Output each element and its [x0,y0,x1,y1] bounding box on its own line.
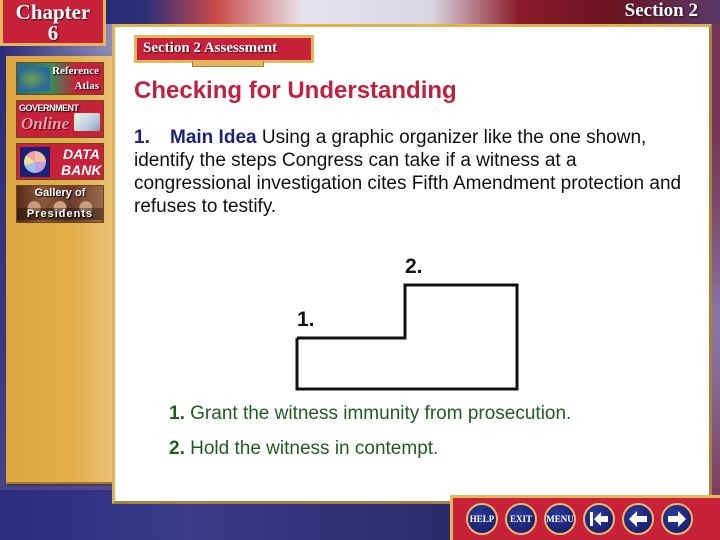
help-button[interactable]: HELP [466,503,498,535]
exit-button-label: EXIT [509,514,532,524]
help-button-label: HELP [469,514,495,524]
navigation-bar: HELP EXIT MENU [450,495,720,540]
sidebar-item-label-top: GOVERNMENT [19,103,79,113]
page-title: Checking for Understanding [134,77,457,104]
menu-button[interactable]: MENU [544,503,576,535]
exit-button[interactable]: EXIT [505,503,537,535]
menu-button-label: MENU [546,514,574,524]
organizer-step-shape [295,283,519,391]
section-label: Section 2 [624,0,698,21]
chapter-word: Chapter [15,0,91,24]
first-page-icon [590,512,608,526]
globe-map-icon [20,67,50,91]
sidebar-item-label-bottom: Atlas [74,80,99,92]
next-button[interactable] [661,503,693,535]
organizer-step-2-label: 2. [405,255,423,278]
question-1: 1. Main Idea Using a graphic organizer li… [134,126,694,218]
sidebar-item-label-bottom: Online [21,114,70,133]
sidebar-item-label-top: Gallery of [34,187,86,199]
chapter-number: 6 [47,21,59,45]
flag-background-band [0,0,720,24]
sidebar-item-reference-atlas[interactable]: Reference Atlas [16,62,104,95]
book-mouse-icon [74,113,100,131]
answer-text: Hold the witness in contempt. [190,438,439,459]
answer-number: 1. [169,403,185,424]
next-arrow-icon [668,511,686,527]
sidebar-item-gallery-of-presidents[interactable]: Gallery of Presidents [16,185,104,223]
resource-sidebar: Reference Atlas GOVERNMENT Online DATA B… [6,56,114,484]
previous-button[interactable] [622,503,654,535]
sidebar-item-government-online[interactable]: GOVERNMENT Online [16,100,104,138]
question-number: 1. [134,127,150,148]
answer-item: 2. Hold the witness in contempt. [169,438,571,460]
content-panel: Section 2 Assessment Checking for Unders… [112,24,712,504]
pie-chart-icon [20,147,50,177]
section-assessment-badge: Section 2 Assessment [134,35,314,67]
sidebar-item-label-bottom: BANK [61,162,102,178]
first-page-button[interactable] [583,503,615,535]
answer-number: 2. [169,438,185,459]
organizer-step-1-label: 1. [297,308,315,331]
previous-arrow-icon [629,511,647,527]
answer-text: Grant the witness immunity from prosecut… [190,403,572,424]
answer-item: 1. Grant the witness immunity from prose… [169,403,571,425]
sidebar-item-label-top: DATA [63,146,100,162]
sidebar-item-data-bank[interactable]: DATA BANK [16,143,104,180]
chapter-tab: Chapter 6 [0,0,106,46]
answers-list: 1. Grant the witness immunity from prose… [169,403,571,473]
sidebar-item-label-top: Reference [52,65,99,77]
question-label: Main Idea [170,127,257,148]
sidebar-item-label-bottom: Presidents [17,208,103,220]
